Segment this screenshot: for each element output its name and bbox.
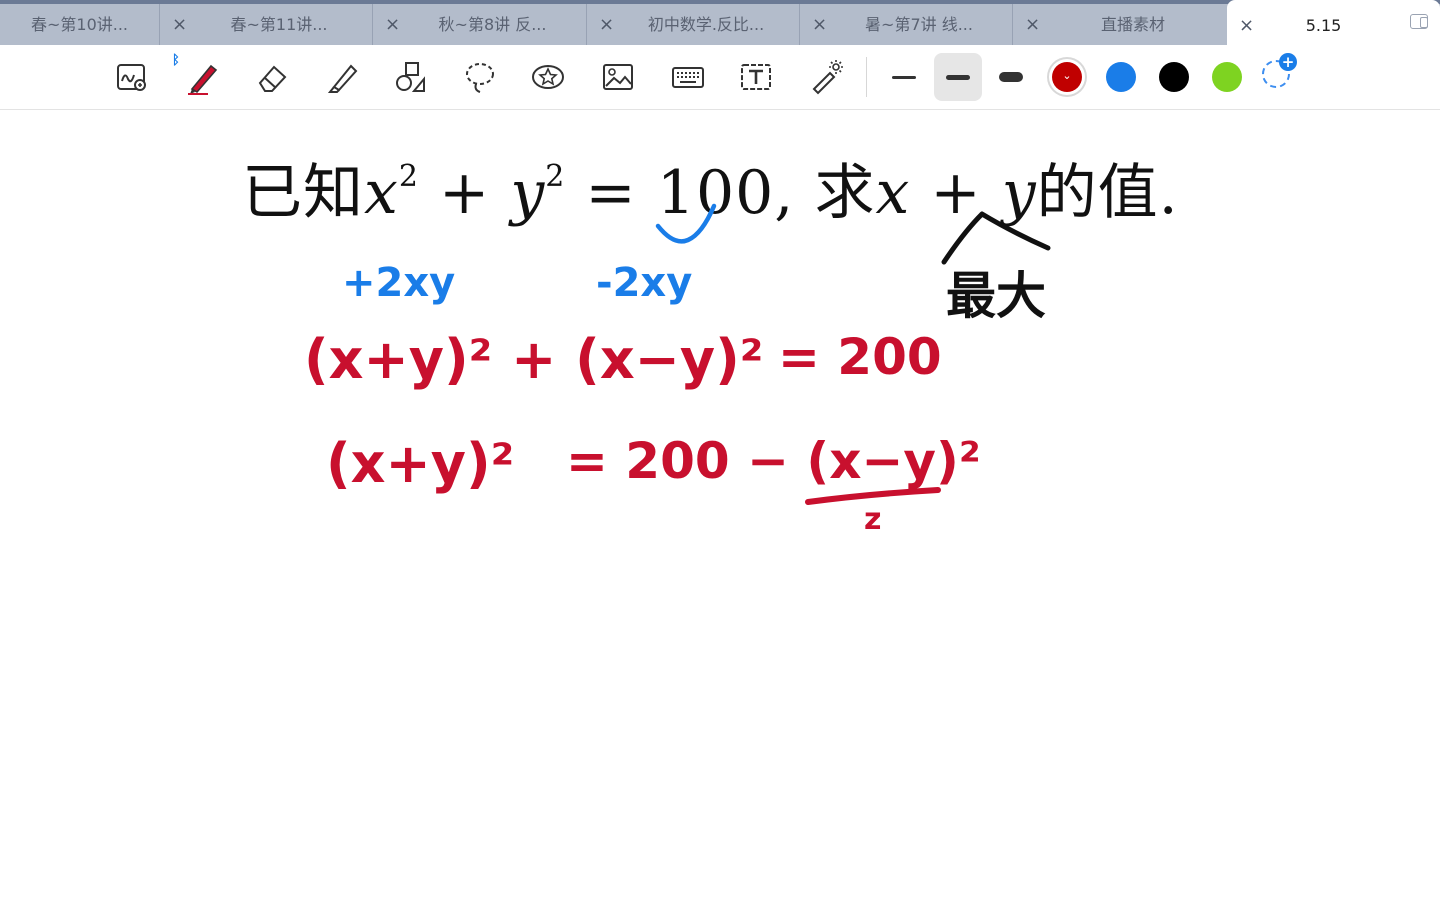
note-canvas[interactable]: 已知x2 + y2 = 100, 求x + y的值. +2xy -2xy 最大 … [0,110,1440,900]
laser-pointer-tool[interactable] [802,53,850,101]
plus-icon: + [1279,53,1297,71]
image-icon [603,64,633,90]
shapes-tool[interactable] [386,53,434,101]
tab-label: 暑~第7讲 线... [865,15,973,34]
tab-active[interactable]: × 5.15 [1227,0,1440,49]
chevron-down-icon: ⌄ [1062,69,1072,82]
keyboard-tool[interactable] [664,53,712,101]
color-swatch-black[interactable] [1159,62,1189,92]
close-icon[interactable]: × [172,4,187,45]
lasso-icon [466,63,494,93]
close-icon[interactable]: × [812,4,827,45]
thickness-thin[interactable] [880,53,928,101]
blue-check-stroke [655,203,717,244]
color-swatch-blue[interactable] [1106,62,1136,92]
close-icon[interactable]: × [1025,4,1040,45]
tab-6[interactable]: × 直播素材 [1013,4,1227,45]
shapes-icon [396,62,425,92]
tab-2[interactable]: × 春~第11讲... [160,4,373,45]
thickness-medium[interactable] [934,53,982,101]
lasso-tool[interactable] [456,53,504,101]
red-underline-stroke [805,487,941,505]
text-box-icon [741,64,771,90]
color-swatch-red[interactable]: ⌄ [1052,62,1082,92]
sticker-tool[interactable] [524,53,572,101]
add-color-button[interactable]: + [1262,53,1297,88]
laser-pointer-icon [812,60,843,95]
tab-1[interactable]: 春~第10讲... [0,4,160,45]
tab-label: 春~第11讲... [230,15,328,34]
underline-note: z [864,502,882,537]
highlighter-icon [327,64,358,93]
equation-line-2-lhs: (x+y)² [326,432,515,495]
eraser-tool[interactable] [248,53,296,101]
annotation-minus-2xy: -2xy [596,260,693,306]
tab-5[interactable]: × 暑~第7讲 线... [800,4,1013,45]
pen-icon [188,64,218,95]
tab-3[interactable]: × 秋~第8讲 反... [373,4,587,45]
image-tool[interactable] [594,53,642,101]
toolbar-divider [866,57,867,97]
highlighter-tool[interactable] [318,53,366,101]
annotation-maximum: 最大 [946,267,1046,325]
black-hat-stroke [941,211,1051,265]
equation-line-2-rhs: = 200 − (x−y)² [566,432,981,490]
close-icon[interactable]: × [599,4,614,45]
tab-label: 秋~第8讲 反... [438,15,547,34]
tab-bar: 春~第10讲... × 春~第11讲... × 秋~第8讲 反... × 初中数… [0,0,1440,49]
tab-label: 直播素材 [1100,15,1165,34]
text-tool[interactable] [732,53,780,101]
zoom-draw-icon [117,64,146,91]
eraser-icon [258,65,287,92]
zoom-draw-tool[interactable] [108,53,156,101]
pen-tool[interactable] [178,53,226,101]
tab-label: 春~第10讲... [30,15,129,34]
keyboard-icon [672,67,704,88]
split-view-icon[interactable] [1410,14,1428,29]
equation-line-1-rhs: = 200 [778,328,942,386]
thickness-thick[interactable] [987,53,1035,101]
handwriting-layer [655,203,1051,505]
star-sticker-icon [532,65,564,89]
close-icon[interactable]: × [385,4,400,45]
tab-label: 初中数学.反比... [647,15,765,34]
toolbar: ᛒ ⌄ [0,45,1440,110]
color-swatch-green[interactable] [1212,62,1242,92]
equation-line-1-lhs: (x+y)² + (x−y)² [304,328,764,391]
tab-4[interactable]: × 初中数学.反比... [587,4,800,45]
annotation-plus-2xy: +2xy [342,260,456,306]
